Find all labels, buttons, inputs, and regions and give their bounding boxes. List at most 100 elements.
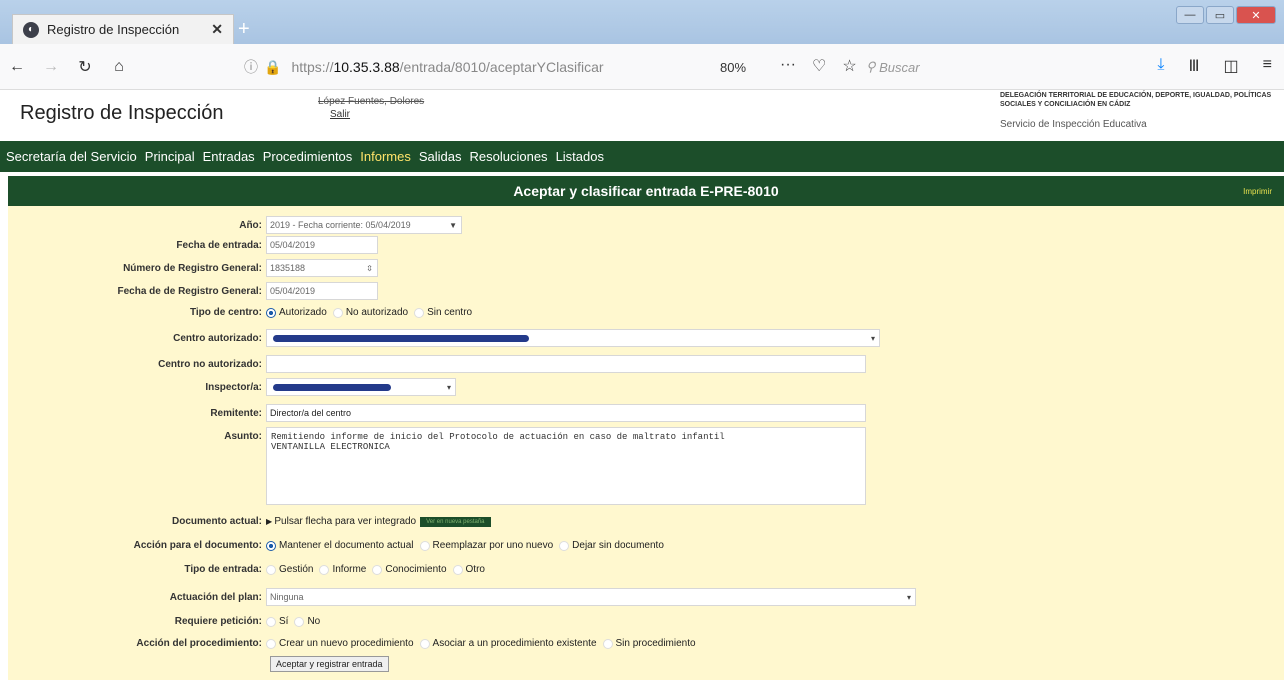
doc-action-none-radio[interactable]: Dejar sin documento — [559, 540, 664, 551]
url-bar[interactable]: ⓘ 🔒 https://10.35.3.88/entrada/8010/acep… — [244, 52, 864, 82]
menu-item-informes[interactable]: Informes — [360, 149, 411, 164]
document-label: Documento actual: — [171, 516, 262, 527]
doc-action-keep-radio[interactable]: Mantener el documento actual — [266, 540, 414, 551]
entry-date-input[interactable]: 05/04/2019 — [266, 236, 378, 254]
plan-label: Actuación del plan: — [169, 591, 262, 603]
sender-input[interactable]: Director/a del centro — [266, 404, 866, 422]
entry-type-conocimiento-label: Conocimiento — [385, 564, 447, 575]
url-host: 10.35.3.88 — [333, 59, 400, 75]
expand-arrow-icon[interactable]: ▶ — [266, 517, 274, 526]
redacted-value — [273, 383, 391, 391]
sender-label: Remitente: — [210, 407, 262, 419]
print-link[interactable]: Imprimir — [1243, 187, 1272, 196]
entry-type-conocimiento-radio[interactable]: Conocimiento — [372, 564, 447, 575]
entry-type-otro-radio[interactable]: Otro — [452, 564, 485, 575]
authorized-center-select[interactable]: ▾ — [266, 329, 880, 347]
reload-icon[interactable]: ↻ — [68, 57, 102, 77]
maximize-icon[interactable]: ▭ — [1206, 6, 1234, 24]
entry-type-informe-radio[interactable]: Informe — [319, 564, 366, 575]
radio-icon — [414, 307, 425, 318]
info-icon[interactable]: ⓘ — [244, 57, 258, 77]
center-type-no-autorizado-radio[interactable]: No autorizado — [332, 307, 408, 318]
tab-title: Registro de Inspección — [47, 22, 180, 37]
petition-yes-radio[interactable]: Sí — [266, 616, 288, 627]
browser-search-input[interactable]: ⚲ Buscar — [866, 52, 1008, 82]
radio-icon — [559, 540, 570, 551]
logout-link[interactable]: Salir — [330, 109, 350, 120]
stepper-icon[interactable]: ⇳ — [366, 264, 373, 273]
menu-item-procedimientos[interactable]: Procedimientos — [263, 149, 353, 164]
zoom-level[interactable]: 80% — [720, 60, 746, 75]
accept-register-button[interactable]: Aceptar y registrar entrada — [270, 656, 389, 672]
menu-item-entradas[interactable]: Entradas — [203, 149, 255, 164]
minimize-icon[interactable]: — — [1176, 6, 1204, 24]
plan-row: Actuación del plan: Ninguna ▾ — [8, 588, 916, 606]
entry-date-value: 05/04/2019 — [270, 240, 316, 250]
entry-date-row: Fecha de entrada: 05/04/2019 — [8, 236, 378, 254]
procedure-none-label: Sin procedimiento — [615, 638, 696, 649]
petition-no-radio[interactable]: No — [294, 616, 320, 627]
hamburger-menu-icon[interactable]: ≡ — [1263, 56, 1272, 76]
sidebar-icon[interactable]: ◫ — [1224, 56, 1239, 76]
reg-number-input[interactable]: 1835188 ⇳ — [266, 259, 378, 277]
forward-icon[interactable]: → — [34, 58, 68, 76]
radio-icon — [419, 540, 430, 551]
download-icon[interactable]: ⤓ — [1157, 56, 1164, 76]
doc-action-replace-radio[interactable]: Reemplazar por uno nuevo — [419, 540, 553, 551]
entry-type-gestion-radio[interactable]: Gestión — [266, 564, 313, 575]
center-type-label: Tipo de centro: — [189, 307, 262, 318]
plan-select[interactable]: Ninguna ▾ — [266, 588, 916, 606]
menu-item-salidas[interactable]: Salidas — [419, 149, 462, 164]
procedure-none-radio[interactable]: Sin procedimiento — [602, 638, 696, 649]
menu-item-principal[interactable]: Principal — [145, 149, 195, 164]
menu-item-listados[interactable]: Listados — [556, 149, 604, 164]
doc-action-none-label: Dejar sin documento — [572, 540, 664, 551]
reg-date-input[interactable]: 05/04/2019 — [266, 282, 378, 300]
center-type-autorizado-radio[interactable]: Autorizado — [266, 307, 327, 318]
library-icon[interactable]: Ⅲ — [1189, 56, 1200, 76]
reg-number-label: Número de Registro General: — [123, 262, 262, 274]
new-tab-icon[interactable]: + — [238, 18, 250, 41]
center-type-sin-centro-radio[interactable]: Sin centro — [414, 307, 472, 318]
back-icon[interactable]: ← — [0, 58, 34, 76]
site-title: Registro de Inspección — [20, 102, 224, 124]
petition-label: Requiere petición: — [174, 616, 262, 627]
browser-tab[interactable]: ◐ Registro de Inspección ✕ — [12, 14, 234, 44]
user-block: López Fuentes, Dolores Salir — [318, 96, 424, 120]
subject-label: Asunto: — [224, 431, 262, 442]
window-close-icon[interactable]: ✕ — [1236, 6, 1276, 24]
submit-row: Aceptar y registrar entrada — [270, 656, 389, 672]
entry-type-gestion-label: Gestión — [279, 564, 314, 575]
subject-textarea[interactable]: Remitiendo informe de inicio del Protoco… — [266, 427, 866, 505]
inspector-select[interactable]: ▾ — [266, 378, 456, 396]
year-label: Año: — [239, 219, 262, 231]
browser-tabbar: ◐ Registro de Inspección ✕ + — ▭ ✕ — [0, 0, 1284, 44]
unauthorized-center-input[interactable] — [266, 355, 866, 373]
menu-item-resoluciones[interactable]: Resoluciones — [470, 149, 548, 164]
procedure-new-radio[interactable]: Crear un nuevo procedimiento — [266, 638, 414, 649]
reg-number-value: 1835188 — [270, 263, 306, 273]
procedure-associate-radio[interactable]: Asociar a un procedimiento existente — [419, 638, 597, 649]
open-new-tab-button[interactable]: Ver en nueva pestaña — [420, 516, 491, 527]
more-icon[interactable]: ··· — [780, 56, 796, 76]
bookmark-star-icon[interactable]: ☆ — [842, 56, 856, 76]
plan-value: Ninguna — [270, 592, 304, 602]
search-icon: ⚲ — [866, 59, 880, 74]
url-path: /entrada/8010/aceptarYClasificar — [399, 59, 604, 75]
year-select[interactable]: 2019 - Fecha corriente: 05/04/2019 ▼ — [266, 216, 462, 234]
entry-type-otro-label: Otro — [465, 564, 485, 575]
menu-item-secretaria[interactable]: Secretaría del Servicio — [6, 149, 137, 164]
url-text: https://10.35.3.88/entrada/8010/aceptarY… — [291, 59, 603, 75]
pocket-icon[interactable]: ♡ — [812, 56, 826, 76]
radio-icon — [419, 638, 430, 649]
redacted-value — [273, 334, 529, 342]
radio-icon — [452, 564, 463, 575]
reg-number-row: Número de Registro General: 1835188 ⇳ — [8, 259, 378, 277]
lock-icon: 🔒 — [264, 58, 282, 75]
home-icon[interactable]: ⌂ — [102, 58, 136, 76]
page-title-bar: Aceptar y clasificar entrada E-PRE-8010 … — [8, 176, 1284, 206]
close-tab-icon[interactable]: ✕ — [211, 21, 223, 38]
entry-type-informe-label: Informe — [332, 564, 367, 575]
entry-type-row: Tipo de entrada: Gestión Informe Conocim… — [8, 564, 491, 575]
entry-date-label: Fecha de entrada: — [176, 239, 262, 251]
